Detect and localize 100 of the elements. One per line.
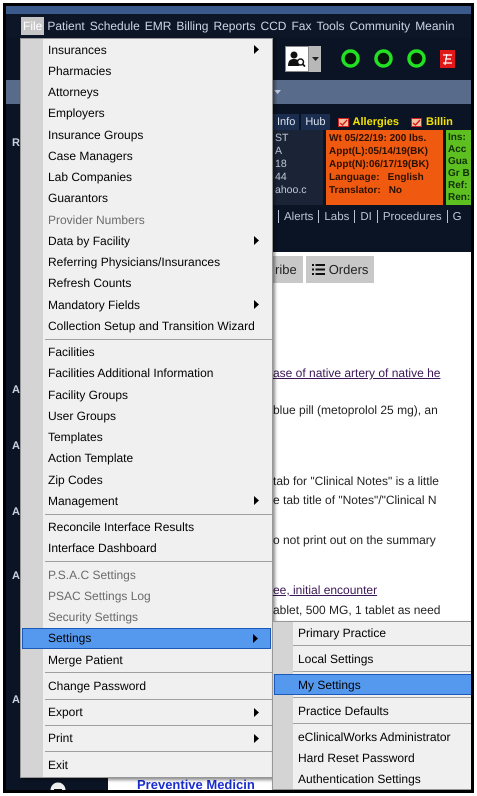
menu-item[interactable]: Facilities Additional Information [22, 362, 271, 384]
insurance-text: Gua [448, 156, 468, 168]
demographics-text: ahoo.c [275, 184, 308, 197]
menu-item[interactable]: Pharmacies [22, 60, 271, 82]
menu-bar-item[interactable]: Fax [289, 16, 314, 34]
demographics-text: A [275, 145, 284, 158]
patient-tab[interactable]: Hub [301, 114, 330, 130]
logo-icon[interactable] [440, 50, 455, 68]
field-value: No [388, 184, 402, 197]
menu-item[interactable]: Merge Patient [22, 649, 271, 670]
menu-item[interactable]: Facilities [22, 342, 271, 363]
demographics-text: ST [275, 132, 290, 145]
menu-item[interactable]: Facility Groups [22, 384, 271, 406]
menu-item[interactable]: Export [22, 702, 271, 723]
menu-item[interactable]: Refresh Counts [22, 272, 271, 294]
note-icon [411, 118, 422, 126]
field-value: English [388, 171, 424, 184]
menu-item[interactable]: Zip Codes [22, 469, 271, 490]
tab[interactable]: Orders [306, 256, 374, 283]
menu-item[interactable]: Hard Reset Password [274, 747, 471, 768]
nav-link[interactable]: Procedures [382, 210, 442, 222]
menu-bar-item[interactable]: CCD [258, 16, 288, 34]
menu-item[interactable]: User Groups [22, 405, 271, 426]
menu-item[interactable]: Insurance Groups [22, 124, 271, 146]
menu-item[interactable]: Collection Setup and Transition Wizard [22, 315, 271, 336]
appointment-text: Appt(L):05/14/19(BK) [329, 145, 429, 158]
status-light-icon[interactable] [374, 49, 393, 68]
menu-item[interactable]: My Settings [274, 674, 471, 695]
menu-item[interactable]: Mandatory Fields [22, 294, 271, 316]
sidebar-label: A [11, 570, 20, 583]
menu-item[interactable]: Local Settings [274, 648, 471, 669]
note-text: o not print out on the summary [273, 533, 436, 547]
menu-item[interactable]: Exit [22, 754, 271, 776]
menu-item[interactable]: Interface Dashboard [22, 538, 271, 559]
menu-bar-item[interactable]: Billing [174, 16, 210, 34]
insurance-text: Ins: [448, 132, 467, 144]
menu-bar-item[interactable]: Schedule [88, 16, 142, 34]
demographics-text: 18 [275, 158, 288, 171]
menu-item[interactable]: Practice Defaults [274, 700, 471, 721]
menu-item[interactable]: Referring Physicians/Insurances [22, 252, 271, 273]
menu-bar-item[interactable]: EMR [142, 16, 174, 34]
caret-icon[interactable] [274, 90, 281, 94]
field-label: Language: [329, 171, 380, 184]
menu-item[interactable]: Employers [22, 102, 271, 124]
diagnosis-link[interactable]: ee, initial encounter [273, 583, 378, 597]
sidebar-label: A [11, 694, 20, 707]
nav-link[interactable]: G [452, 210, 462, 222]
menu-item[interactable]: Settings [22, 628, 271, 649]
list-icon [312, 264, 325, 275]
menu-item[interactable]: Management [22, 490, 271, 512]
alert-tab[interactable]: Billin [405, 114, 457, 130]
appointment-text: Appt(N):06/17/19(BK) [329, 158, 430, 171]
patient-tab[interactable]: Info [273, 114, 300, 130]
menu-item[interactable]: Data by Facility [22, 230, 271, 252]
menu-item[interactable]: Insurances [22, 39, 271, 60]
menu-bar-item[interactable]: Patient [45, 16, 87, 34]
nav-link[interactable]: Labs [324, 210, 350, 222]
menu-item[interactable]: Primary Practice [274, 622, 471, 643]
note-text: tab for "Clinical Notes" is a little [273, 474, 439, 488]
insurance-text: Ren: [448, 192, 469, 204]
sidebar-label: A [11, 384, 20, 397]
insurance-text: Gr B [448, 168, 469, 180]
menu-item[interactable]: Case Managers [22, 145, 271, 166]
caret-icon [312, 56, 318, 60]
note-text: ablet, 500 MG, 1 tablet as need [273, 603, 440, 617]
menu-bar-item[interactable]: Meanin [413, 16, 457, 34]
menu-item[interactable]: Templates [22, 426, 271, 448]
diagnosis-link[interactable]: ase of native artery of native he [273, 366, 440, 380]
sidebar-label: A [11, 506, 20, 519]
menu-bar-item[interactable]: Reports [211, 16, 258, 34]
note-text: e tab title of "Notes"/"Clinical N [273, 493, 437, 507]
appointment-text: Wt 05/22/19: 200 lbs. [329, 132, 428, 145]
menu-item[interactable]: Guarantors [22, 188, 271, 209]
menu-item[interactable]: eClinicalWorks Administrator [274, 726, 471, 747]
nav-link[interactable]: Alerts [284, 210, 314, 222]
note-text: blue pill (metoprolol 25 mg), an [273, 403, 438, 417]
menu-item[interactable]: Lab Companies [22, 166, 271, 188]
sidebar-label: R [11, 137, 20, 150]
menu-item[interactable]: Action Template [22, 448, 271, 469]
status-light-icon[interactable] [407, 49, 426, 68]
nav-link[interactable]: DI [360, 210, 372, 222]
menu-item[interactable]: Authentication Settings [274, 768, 471, 789]
alert-tab[interactable]: Allergies [332, 114, 404, 130]
menu-item[interactable]: Reconcile Interface Results [22, 516, 271, 538]
menu-bar-item[interactable]: Tools [314, 16, 346, 34]
menu-item[interactable]: Change Password [22, 675, 271, 696]
insurance-text: Acc [448, 144, 468, 156]
status-light-icon[interactable] [341, 49, 360, 68]
note-icon [338, 118, 349, 126]
menu-bar-item[interactable]: Community [348, 16, 412, 34]
user-search-icon [288, 50, 306, 66]
menu-item[interactable]: Print [22, 728, 271, 749]
tab[interactable]: ribe [273, 256, 303, 283]
demographics-text: 44 [275, 171, 288, 184]
insurance-text: Ref: [448, 180, 468, 192]
user-search-button[interactable] [285, 46, 309, 72]
dropdown-button[interactable] [309, 46, 321, 72]
field-label: Translator: [329, 184, 381, 197]
section-link[interactable]: Preventive Medicin [137, 777, 255, 790]
sidebar-label: A [11, 440, 20, 453]
